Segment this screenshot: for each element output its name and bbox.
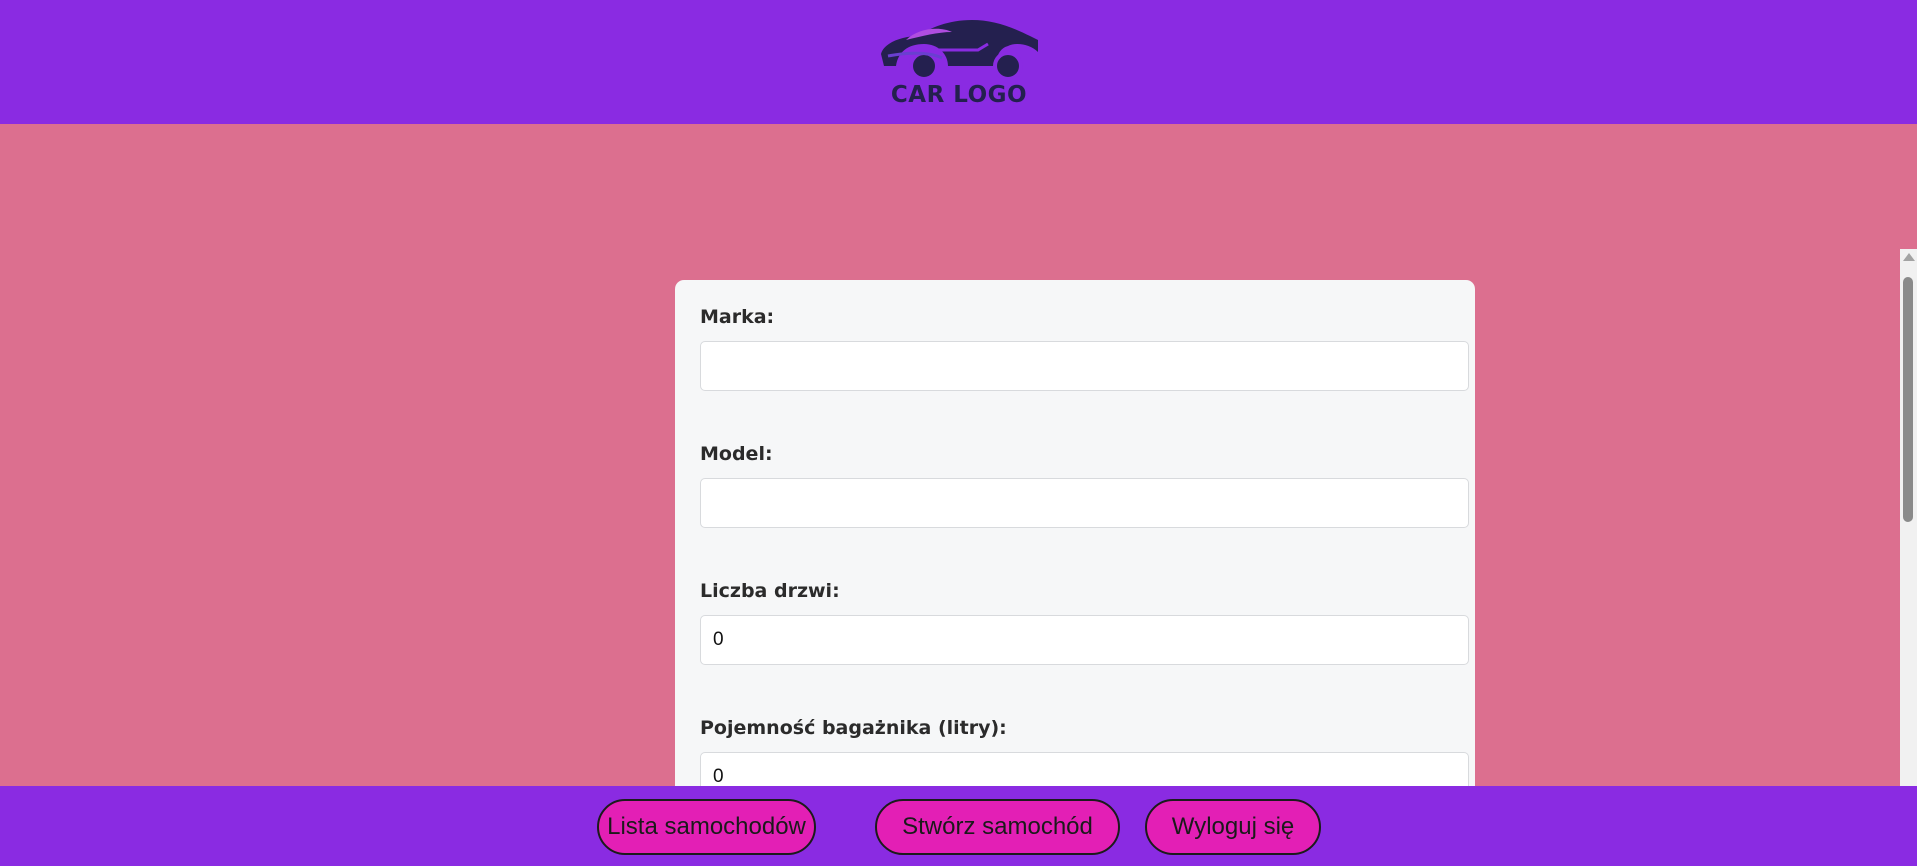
- bottom-nav: Lista samochodów Stwórz samochód Wyloguj…: [0, 786, 1917, 866]
- model-label: Model:: [700, 443, 773, 465]
- brand-label: Marka:: [700, 306, 775, 328]
- top-header: CAR LOGO: [0, 0, 1917, 124]
- doors-label: Liczba drzwi:: [700, 580, 840, 602]
- car-form: Marka: Model: Liczba drzwi: Pojemność ba…: [675, 280, 1475, 802]
- scroll-thumb[interactable]: [1903, 277, 1913, 522]
- brand-input[interactable]: [700, 341, 1469, 391]
- logo-text: CAR LOGO: [890, 82, 1028, 108]
- doors-input[interactable]: [700, 615, 1469, 665]
- car-silhouette-icon: [881, 20, 1038, 80]
- create-car-button[interactable]: Stwórz samochód: [875, 799, 1120, 855]
- car-list-button[interactable]: Lista samochodów: [597, 799, 816, 855]
- vertical-scrollbar[interactable]: [1900, 249, 1917, 786]
- trunk-capacity-label: Pojemność bagażnika (litry):: [700, 717, 1007, 739]
- logout-button[interactable]: Wyloguj się: [1145, 799, 1321, 855]
- scroll-up-arrow-icon[interactable]: [1903, 253, 1915, 261]
- car-logo[interactable]: CAR LOGO: [868, 12, 1050, 112]
- model-input[interactable]: [700, 478, 1469, 528]
